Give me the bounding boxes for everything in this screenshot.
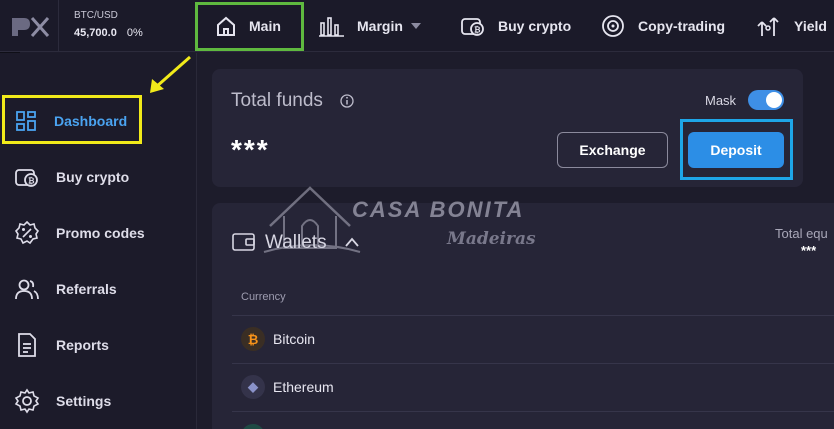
main-highlight-box [195,2,304,51]
currency-column-header: Currency [241,291,286,303]
sidebar-item-label: Buy crypto [56,169,130,185]
row-divider [232,315,834,316]
annotation-arrow-icon [150,55,191,93]
watermark-title: CASA BONITA [352,197,525,222]
bitcoin-icon: ₿ [241,327,265,351]
wallets-title[interactable]: Wallets [265,232,327,254]
row-divider [232,411,834,412]
copy-trading-icon [602,15,624,37]
sidebar-item-label: Reports [56,337,109,353]
sidebar-item-label: Referrals [56,281,117,297]
svg-text:₿: ₿ [474,26,481,35]
wallet-row-bitcoin[interactable]: ₿ Bitcoin [241,327,315,351]
sidebar-item-label: Settings [56,393,112,409]
nav-copy-trading[interactable]: Copy-trading [600,0,725,52]
sidebar-item-promo-codes[interactable]: Promo codes [14,213,145,253]
ticker-price[interactable]: 45,700.0 0% [74,27,143,39]
dashboard-highlight-box [2,95,142,144]
bar-chart-icon [319,17,344,37]
exchange-button[interactable]: Exchange [557,132,668,168]
chevron-up-icon[interactable] [344,236,360,248]
users-icon [15,279,39,300]
total-funds-title: Total funds [231,90,323,111]
row-divider [232,363,834,364]
sidebar-item-label: Promo codes [56,225,145,241]
nav-yield-label: Yield [794,18,827,34]
wallet-row-ethereum[interactable]: ◆ Ethereum [241,375,334,399]
sidebar-item-settings[interactable]: Settings [14,381,111,421]
nav-margin[interactable]: Margin [319,0,421,52]
sidebar-item-reports[interactable]: Reports [14,325,109,365]
logo-icon[interactable] [10,12,50,40]
nav-buy-crypto-label: Buy crypto [498,18,572,34]
nav-margin-label: Margin [357,18,403,34]
deposit-button[interactable]: Deposit [688,132,784,168]
percent-badge-icon [14,220,40,245]
ticker-price-value: 45,700.0 [74,27,117,39]
ethereum-icon: ◆ [241,375,265,399]
ticker-change: 0% [126,27,143,39]
svg-text:₿: ₿ [28,177,35,186]
wallet-coin-icon: ₿ [15,169,38,187]
wallet-row-name: Bitcoin [273,331,316,347]
mask-label: Mask [705,93,737,108]
ticker-pair[interactable]: BTC/USD [74,10,118,21]
nav-copy-trading-label: Copy-trading [638,18,726,34]
sidebar-item-buy-crypto[interactable]: ₿ Buy crypto [14,157,129,197]
wallet-row-name: Ethereum [273,379,334,395]
chevron-down-icon [410,23,421,29]
watermark-subtitle: Madeiras [447,229,536,249]
total-equity-label: Total equ [775,226,828,241]
yield-icon [757,17,779,36]
wallet-icon [232,233,255,251]
top-bar: BTC/USD 45,700.0 0% Main Margin ₿ Buy cry… [0,0,834,52]
nav-yield[interactable]: Yield [756,0,827,52]
total-funds-value: *** [231,134,270,165]
logo-divider [58,0,59,52]
total-equity-value: *** [801,243,817,258]
document-icon [18,333,36,357]
mask-toggle[interactable] [748,90,784,110]
info-icon[interactable] [340,94,354,108]
sidebar-item-referrals[interactable]: Referrals [14,269,117,309]
gear-icon [14,388,40,414]
nav-buy-crypto[interactable]: ₿ Buy crypto [460,0,571,52]
wallet-coin-icon: ₿ [461,18,484,36]
